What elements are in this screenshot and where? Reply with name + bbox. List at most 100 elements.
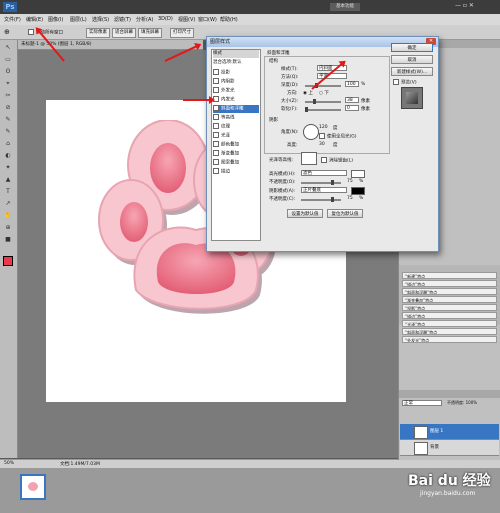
depth-field[interactable]: 100 bbox=[345, 81, 359, 87]
history-item[interactable]: “外发光”特点 bbox=[402, 336, 497, 343]
style-checkbox[interactable] bbox=[213, 87, 219, 93]
style-item[interactable]: 斜面和浮雕 bbox=[213, 105, 259, 113]
style-checkbox[interactable] bbox=[213, 168, 219, 174]
marquee-tool-icon[interactable]: ▭ bbox=[3, 56, 13, 63]
zoom-tool-icon[interactable]: ⊕ bbox=[3, 224, 13, 231]
frame-thumbnail[interactable] bbox=[20, 474, 46, 500]
soften-slider[interactable] bbox=[305, 107, 341, 112]
menu-item[interactable]: 文件(F) bbox=[4, 16, 21, 23]
history-item[interactable]: “光泽”特点 bbox=[402, 320, 497, 327]
shadow-opacity-slider[interactable] bbox=[301, 197, 341, 202]
layer-opacity[interactable]: 不透明度: 100% bbox=[447, 400, 477, 406]
lasso-tool-icon[interactable]: ʘ bbox=[3, 68, 13, 75]
history-item[interactable]: “描边”特点 bbox=[402, 312, 497, 319]
shadow-opacity-value[interactable]: 75 bbox=[347, 196, 353, 201]
menu-item[interactable]: 视图(V) bbox=[178, 16, 195, 23]
style-item[interactable]: 颜色叠加 bbox=[213, 141, 259, 149]
layer-row-background[interactable]: 背景 bbox=[400, 440, 499, 456]
style-item[interactable]: 内阴影 bbox=[213, 78, 259, 86]
fit-screen-button[interactable]: 适合屏幕 bbox=[112, 28, 136, 38]
menu-item[interactable]: 图像(I) bbox=[48, 16, 63, 23]
pencil-icon[interactable]: ✎ bbox=[3, 128, 13, 135]
new-style-button[interactable]: 新建样式(W)... bbox=[391, 67, 433, 76]
menu-item[interactable]: 帮助(H) bbox=[220, 16, 238, 23]
print-size-button[interactable]: 打印尺寸 bbox=[170, 28, 194, 38]
history-brush-icon[interactable]: ◐ bbox=[3, 152, 13, 159]
highlight-mode-select[interactable]: 滤色 bbox=[301, 170, 347, 176]
size-slider-knob[interactable] bbox=[313, 99, 316, 104]
style-checkbox[interactable] bbox=[213, 114, 219, 120]
menu-item[interactable]: 3D(D) bbox=[158, 16, 173, 22]
hand-tool-icon[interactable]: ✋ bbox=[3, 212, 13, 219]
highlight-opacity-knob[interactable] bbox=[331, 180, 334, 185]
soften-slider-knob[interactable] bbox=[305, 107, 308, 112]
path-select-icon[interactable]: ↗ bbox=[3, 200, 13, 207]
menu-item[interactable]: 滤镜(T) bbox=[114, 16, 131, 23]
direction-up-radio[interactable]: ◉ 上 bbox=[303, 90, 313, 96]
highlight-opacity-slider[interactable] bbox=[301, 180, 341, 185]
style-checkbox[interactable] bbox=[213, 69, 219, 75]
altitude-value[interactable]: 30 bbox=[319, 142, 325, 147]
style-item[interactable]: 投影 bbox=[213, 69, 259, 77]
stamp-icon[interactable]: ⌂ bbox=[3, 140, 13, 147]
magic-wand-icon[interactable]: ⌖ bbox=[3, 80, 13, 87]
size-field[interactable]: 38 bbox=[345, 97, 359, 103]
menu-item[interactable]: 图层(L) bbox=[70, 16, 87, 23]
ok-button[interactable]: 确定 bbox=[391, 43, 433, 52]
highlight-opacity-value[interactable]: 75 bbox=[347, 179, 353, 184]
make-default-button[interactable]: 设置为默认值 bbox=[287, 209, 323, 218]
history-item[interactable]: “描边”特点 bbox=[402, 280, 497, 287]
soften-field[interactable]: 0 bbox=[345, 105, 359, 111]
brush-icon[interactable]: ✎ bbox=[3, 116, 13, 123]
style-checkbox[interactable] bbox=[213, 78, 219, 84]
move-tool-icon[interactable]: ↖ bbox=[3, 44, 13, 51]
history-item[interactable]: “投影”特点 bbox=[402, 304, 497, 311]
style-checkbox[interactable] bbox=[213, 159, 219, 165]
zoom-tool-icon[interactable]: ⊕ bbox=[4, 28, 18, 36]
actual-pixels-button[interactable]: 实际像素 bbox=[86, 28, 110, 38]
history-item[interactable]: “渐变叠加”特点 bbox=[402, 296, 497, 303]
antialias-checkbox[interactable]: 消除锯齿(L) bbox=[321, 157, 353, 164]
depth-slider[interactable] bbox=[305, 83, 341, 88]
angle-value[interactable]: 120 bbox=[319, 125, 328, 130]
history-item[interactable]: “斜面和浮雕”特点 bbox=[402, 288, 497, 295]
shadow-opacity-knob[interactable] bbox=[331, 197, 334, 202]
style-checkbox[interactable] bbox=[213, 150, 219, 156]
blend-options-item[interactable]: 混合选项:默认 bbox=[213, 59, 259, 67]
style-item[interactable]: 等高线 bbox=[213, 114, 259, 122]
color-swatch-icon[interactable]: ■ bbox=[3, 236, 13, 243]
shadow-mode-select[interactable]: 正片叠底 bbox=[301, 187, 347, 193]
type-tool-icon[interactable]: T bbox=[3, 188, 13, 195]
style-checkbox[interactable] bbox=[213, 141, 219, 147]
style-checkbox[interactable] bbox=[213, 132, 219, 138]
history-item[interactable]: “新建”特点 bbox=[402, 272, 497, 279]
menu-item[interactable]: 编辑(E) bbox=[26, 16, 43, 23]
style-item[interactable]: 渐变叠加 bbox=[213, 150, 259, 158]
eraser-icon[interactable]: ✦ bbox=[3, 164, 13, 171]
menu-item[interactable]: 分析(A) bbox=[136, 16, 153, 23]
layer-row-layer1[interactable]: 图层 1 bbox=[400, 424, 499, 440]
gradient-icon[interactable]: ▲ bbox=[3, 176, 13, 183]
zoom-level[interactable]: 50% bbox=[4, 461, 14, 466]
style-checkbox[interactable] bbox=[213, 123, 219, 129]
style-item[interactable]: 描边 bbox=[213, 168, 259, 176]
highlight-color-swatch[interactable] bbox=[351, 170, 365, 178]
angle-dial[interactable] bbox=[303, 124, 319, 140]
reset-default-button[interactable]: 复位为默认值 bbox=[327, 209, 363, 218]
workspace-button[interactable]: 基本功能 bbox=[330, 3, 360, 11]
styles-header[interactable]: 样式 bbox=[213, 50, 259, 58]
menu-item[interactable]: 窗口(W) bbox=[198, 16, 217, 23]
preview-checkbox[interactable]: 预览(V) bbox=[393, 79, 417, 86]
history-item[interactable]: “斜面和浮雕”特点 bbox=[402, 328, 497, 335]
shadow-color-swatch[interactable] bbox=[351, 187, 365, 195]
style-item[interactable]: 内发光 bbox=[213, 96, 259, 104]
window-controls[interactable]: — ▫ ✕ bbox=[455, 2, 474, 9]
style-item[interactable]: 图案叠加 bbox=[213, 159, 259, 167]
style-item[interactable]: 纹理 bbox=[213, 123, 259, 131]
blend-mode-select[interactable]: 正常 bbox=[402, 400, 442, 406]
menu-item[interactable]: 选择(S) bbox=[92, 16, 109, 23]
style-item[interactable]: 外发光 bbox=[213, 87, 259, 95]
size-slider[interactable] bbox=[305, 99, 341, 104]
direction-down-radio[interactable]: ○ 下 bbox=[319, 90, 329, 96]
gloss-contour-swatch[interactable] bbox=[301, 152, 317, 165]
